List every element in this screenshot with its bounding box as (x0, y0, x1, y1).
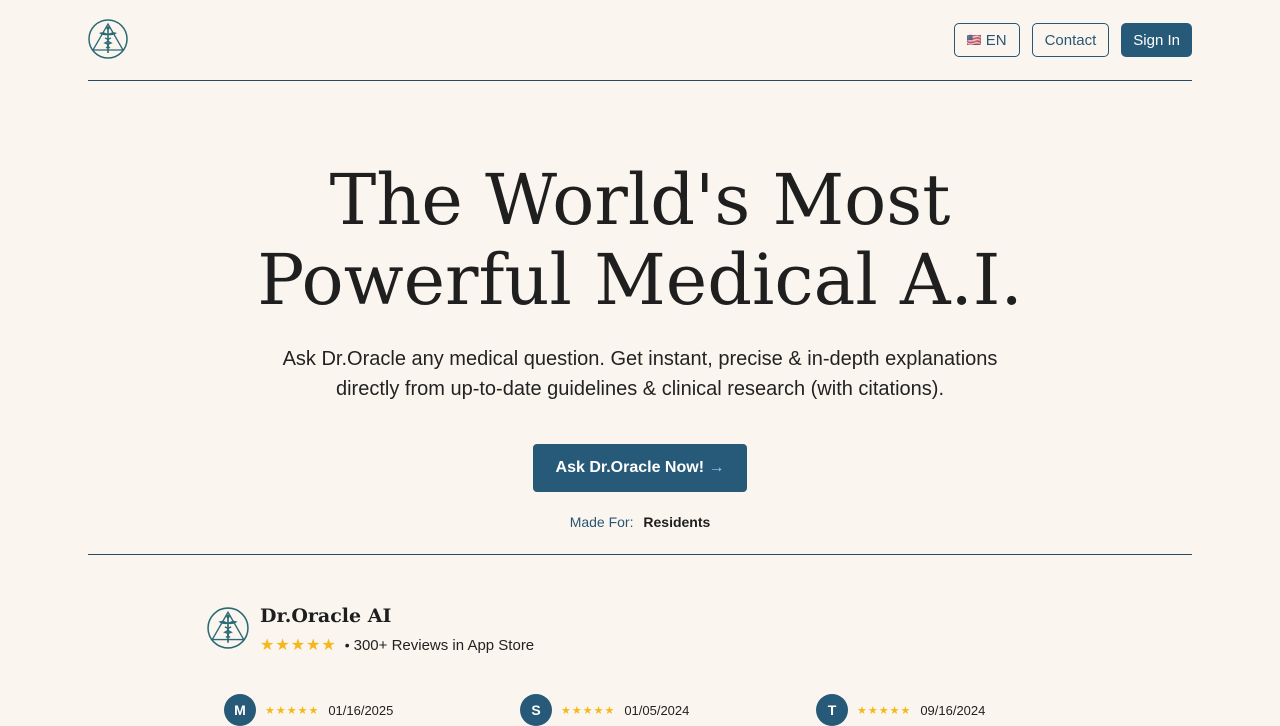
made-for-line: Made For: Residents (0, 514, 1280, 530)
contact-button[interactable]: Contact (1031, 23, 1110, 57)
header-nav: 🇺🇸 EN Contact Sign In (953, 23, 1192, 57)
made-for-label: Made For: (569, 514, 634, 530)
language-button[interactable]: 🇺🇸 EN (953, 23, 1020, 57)
site-header: 🇺🇸 EN Contact Sign In (88, 0, 1192, 81)
reviewer-avatar: M (224, 694, 256, 726)
review-date: 01/05/2024 (624, 702, 690, 718)
sign-in-button[interactable]: Sign In (1121, 23, 1192, 57)
review-card: T ★★★★★ 09/16/2024 (816, 694, 985, 726)
language-label: EN (985, 31, 1007, 49)
review-stars: ★★★★★ (561, 704, 616, 717)
app-name: Dr.Oracle AI (260, 605, 392, 627)
hero-subtitle-line2: directly from up-to-date guidelines & cl… (335, 378, 945, 400)
review-card: S ★★★★★ 01/05/2024 (520, 694, 689, 726)
made-for-value: Residents (643, 514, 711, 530)
review-stars: ★★★★★ (265, 704, 320, 717)
hero-title-line1: The World's Most (329, 159, 951, 241)
arrow-right-icon: → (708, 459, 725, 476)
ask-now-button[interactable]: Ask Dr.Oracle Now! → (533, 444, 747, 492)
ask-now-label: Ask Dr.Oracle Now! (555, 459, 705, 476)
hero-title: The World's Most Powerful Medical A.I. (0, 160, 1280, 320)
review-stars: ★★★★★ (857, 704, 912, 717)
reviewer-avatar: S (520, 694, 552, 726)
review-card: M ★★★★★ 01/16/2025 (224, 694, 393, 726)
review-date: 01/16/2025 (328, 702, 394, 718)
app-logo-icon (207, 607, 249, 649)
caduceus-logo-icon[interactable] (88, 19, 128, 59)
app-rating: ★★★★★ • 300+ Reviews in App Store (260, 635, 534, 655)
hero-title-line2: Powerful Medical A.I. (257, 239, 1023, 321)
hero-subtitle-line1: Ask Dr.Oracle any medical question. Get … (282, 348, 998, 370)
section-divider (88, 554, 1192, 555)
star-rating-icons: ★★★★★ (260, 637, 337, 654)
us-flag-icon: 🇺🇸 (966, 33, 982, 47)
review-date: 09/16/2024 (920, 702, 986, 718)
hero-subtitle: Ask Dr.Oracle any medical question. Get … (240, 344, 1040, 404)
app-reviews-count: 300+ Reviews in App Store (353, 636, 535, 654)
bullet-separator: • (344, 637, 350, 653)
reviewer-avatar: T (816, 694, 848, 726)
